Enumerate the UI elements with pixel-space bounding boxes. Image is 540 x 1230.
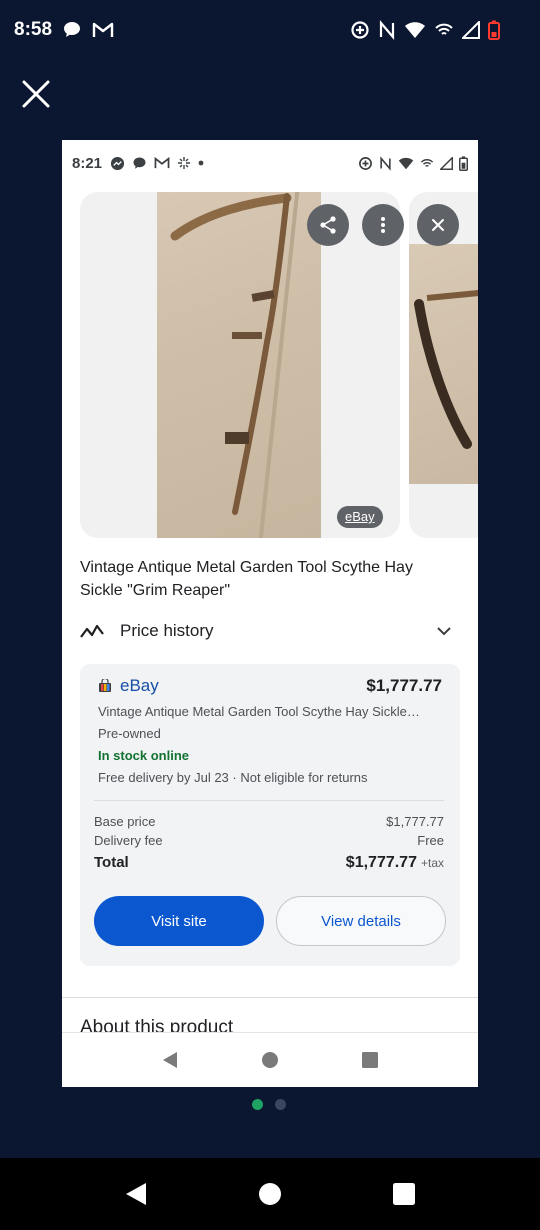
delivery-fee-label: Delivery fee <box>94 833 163 848</box>
chat-bubble-icon <box>133 157 146 169</box>
visit-site-button[interactable]: Visit site <box>94 896 264 946</box>
price-history-row[interactable]: Price history <box>80 618 452 644</box>
merchant-name[interactable]: eBay <box>120 676 159 696</box>
section-divider <box>62 997 478 998</box>
more-options-button[interactable] <box>362 204 404 246</box>
gmail-icon <box>154 156 170 169</box>
signal-icon <box>440 156 453 170</box>
offer-price: $1,777.77 <box>366 676 442 695</box>
nfc-icon <box>380 155 391 171</box>
system-status-bar: 8:58 <box>0 0 540 60</box>
page-indicator <box>252 1099 286 1110</box>
chat-bubble-icon <box>64 22 81 37</box>
total-label: Total <box>94 854 129 871</box>
scythe-illustration <box>170 193 292 515</box>
stock-status: In stock online <box>98 748 190 763</box>
image-source-tag[interactable]: eBay <box>337 506 383 528</box>
nfc-icon <box>379 20 395 40</box>
divider <box>94 800 444 801</box>
sickle-illustration <box>414 290 478 449</box>
shopping-bag-icon <box>99 679 111 692</box>
page-dot-active[interactable] <box>252 1099 263 1110</box>
pinwheel-icon <box>178 157 191 169</box>
inner-status-bar: 8:21 <box>62 140 478 186</box>
delivery-info: Free delivery by Jul 23 · Not eligible f… <box>98 770 368 785</box>
back-icon <box>163 1052 177 1068</box>
base-price-value: $1,777.77 <box>386 814 444 829</box>
tax-label: +tax <box>420 856 444 870</box>
product-image-card[interactable]: eBay <box>80 192 400 538</box>
item-condition: Pre-owned <box>98 726 161 741</box>
offer-card[interactable]: eBay $1,777.77 Vintage Antique Metal Gar… <box>80 664 460 966</box>
next-product-photo <box>409 244 478 484</box>
wifi-icon <box>398 157 414 169</box>
back-button-icon[interactable] <box>124 1182 148 1206</box>
status-time: 8:58 <box>14 19 53 40</box>
close-icon[interactable] <box>20 78 52 110</box>
inner-navigation-bar <box>62 1032 478 1087</box>
product-title: Vintage Antique Metal Garden Tool Scythe… <box>80 559 413 599</box>
base-price-row: Base price $1,777.77 <box>94 814 444 829</box>
inner-status-time: 8:21 <box>72 154 103 172</box>
screenshot-preview: 8:21 eBay Vintage Antique Metal Garden T… <box>62 140 478 1087</box>
home-button-icon[interactable] <box>258 1182 282 1206</box>
trend-icon <box>80 624 104 638</box>
dot-icon <box>198 160 204 166</box>
recents-icon <box>362 1052 378 1068</box>
close-icon <box>432 219 444 231</box>
offer-description: Vintage Antique Metal Garden Tool Scythe… <box>98 704 420 719</box>
battery-low-icon <box>488 20 500 40</box>
messenger-icon <box>110 156 125 170</box>
page-dot[interactable] <box>275 1099 286 1110</box>
more-vert-icon <box>381 217 385 233</box>
data-saver-icon <box>351 21 369 39</box>
share-icon <box>320 216 336 234</box>
wifi-icon <box>405 22 425 38</box>
battery-icon <box>459 155 468 171</box>
data-saver-icon <box>359 156 372 170</box>
hotspot-icon <box>435 23 453 35</box>
home-icon <box>262 1052 278 1068</box>
signal-icon <box>462 21 480 39</box>
delivery-fee-value: Free <box>417 833 444 848</box>
total-row: Total $1,777.77 +tax <box>94 854 444 872</box>
view-details-button[interactable]: View details <box>276 896 446 946</box>
price-history-label: Price history <box>120 621 214 640</box>
total-value: $1,777.77 <box>345 854 417 871</box>
delivery-fee-row: Delivery fee Free <box>94 833 444 848</box>
recents-button-icon[interactable] <box>392 1182 416 1206</box>
close-image-button[interactable] <box>417 204 459 246</box>
share-button[interactable] <box>307 204 349 246</box>
product-photo <box>157 192 321 538</box>
chevron-down-icon[interactable] <box>436 626 452 636</box>
image-gallery[interactable]: eBay <box>80 192 478 538</box>
base-price-label: Base price <box>94 814 156 829</box>
gmail-icon <box>92 22 114 37</box>
system-navigation-bar <box>0 1158 540 1230</box>
hotspot-icon <box>420 158 434 167</box>
